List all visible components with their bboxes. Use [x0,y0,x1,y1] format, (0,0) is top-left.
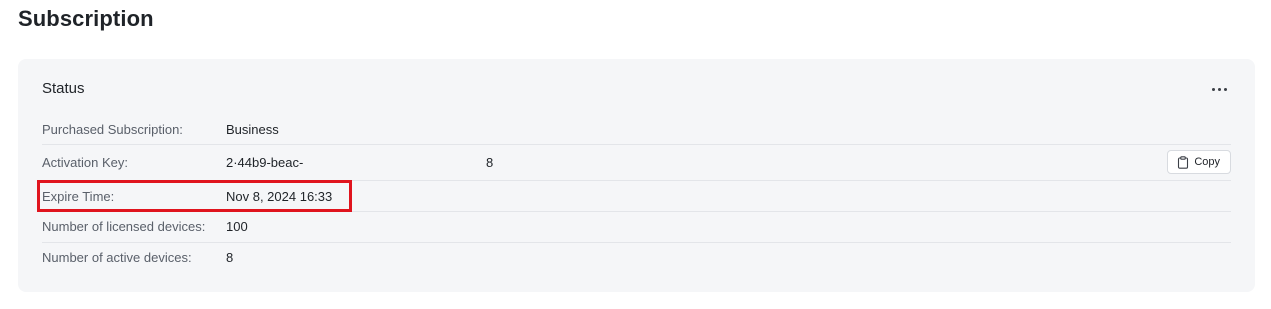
more-options-button[interactable] [1207,79,1231,99]
active-devices-label: Number of active devices: [42,250,192,265]
row-expire-time: Expire Time: Nov 8, 2024 16:33 [42,181,1231,212]
activation-key-value-tail: 8 [486,155,494,170]
licensed-devices-value: 100 [226,219,248,234]
card-title: Status [42,80,85,97]
status-details-list: Purchased Subscription: Business Activat… [42,114,1231,273]
active-devices-value: 8 [226,250,234,265]
purchased-subscription-value: Business [226,122,279,137]
row-activation-key: Activation Key: 2·44b9-beac- 8 Copy [42,145,1231,181]
activation-key-label: Activation Key: [42,155,128,170]
copy-button-label: Copy [1194,156,1220,168]
row-active-devices: Number of active devices: 8 [42,243,1231,273]
more-horizontal-icon [1211,87,1227,91]
licensed-devices-label: Number of licensed devices: [42,219,206,234]
expire-time-value: Nov 8, 2024 16:33 [226,189,333,204]
purchased-subscription-label: Purchased Subscription: [42,122,183,137]
clipboard-icon [1177,155,1189,169]
copy-button[interactable]: Copy [1167,150,1231,174]
status-card: Status Purchased Subscription: Business … [18,59,1255,292]
row-licensed-devices: Number of licensed devices: 100 [42,212,1231,243]
activation-key-value: 2·44b9-beac- [226,155,304,170]
row-purchased-subscription: Purchased Subscription: Business [42,114,1231,145]
page-title: Subscription [18,6,154,31]
expire-time-label: Expire Time: [42,189,115,204]
